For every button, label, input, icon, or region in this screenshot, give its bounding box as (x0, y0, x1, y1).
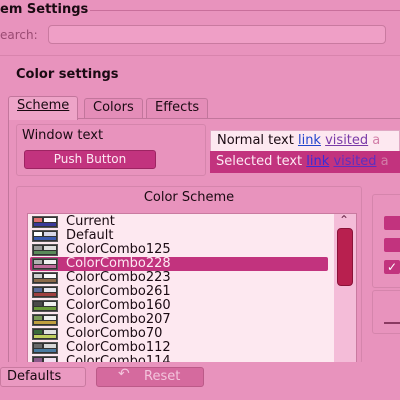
list-item[interactable]: ColorCombo112 (30, 341, 330, 355)
option-button-1[interactable] (384, 216, 400, 230)
scrollbar-thumb[interactable] (337, 228, 353, 286)
scheme-preview-icon (32, 230, 58, 242)
window-text-label: Window text (22, 128, 104, 143)
list-item-label: ColorCombo70 (66, 326, 163, 341)
scheme-preview-icon (32, 286, 58, 298)
scheme-preview-icon (32, 272, 58, 284)
normal-active-link[interactable]: a (372, 133, 380, 148)
normal-visited-link[interactable]: visited (325, 133, 368, 148)
tab-effects[interactable]: Effects (146, 98, 209, 118)
defaults-label: Defaults (7, 369, 62, 384)
scheme-preview-icon (32, 328, 58, 340)
list-item-label: ColorCombo223 (66, 270, 171, 285)
tab-colors[interactable]: Colors (84, 98, 143, 118)
dash-icon (384, 322, 400, 324)
title-divider (90, 10, 400, 11)
list-item-label: ColorCombo125 (66, 242, 171, 257)
section-title: Color settings (16, 67, 119, 82)
tab-scheme-label: Scheme (17, 98, 70, 113)
undo-arrow-icon: ↶ (118, 366, 130, 382)
window-title: em Settings (0, 2, 89, 17)
push-button-preview[interactable]: Push Button (24, 150, 156, 169)
scheme-preview-icon (32, 244, 58, 256)
list-item[interactable]: ColorCombo70 (30, 327, 330, 341)
color-scheme-title: Color Scheme (143, 190, 235, 205)
selected-visited-link[interactable]: visited (333, 154, 376, 169)
chevron-up-icon[interactable]: ⌃ (339, 213, 349, 227)
reset-label: Reset (144, 369, 181, 384)
list-item[interactable]: ColorCombo228 (30, 257, 328, 271)
selected-text: Selected text (216, 154, 303, 169)
scheme-preview-icon (32, 314, 58, 326)
list-item[interactable]: ColorCombo160 (30, 299, 330, 313)
selected-link[interactable]: link (306, 154, 329, 169)
option-button-2[interactable] (384, 238, 400, 252)
tab-colors-label: Colors (93, 100, 134, 115)
options-group-2 (372, 290, 400, 334)
list-item-label: Default (66, 228, 114, 243)
list-item[interactable]: ColorCombo223 (30, 271, 330, 285)
selected-active-link[interactable]: a (381, 154, 389, 169)
list-item-label: Current (66, 214, 115, 229)
list-item[interactable]: ColorCombo207 (30, 313, 330, 327)
scheme-preview-icon (32, 300, 58, 312)
list-item-label: ColorCombo228 (66, 256, 171, 271)
scheme-preview-icon (32, 258, 58, 270)
search-input[interactable] (48, 25, 386, 44)
header-divider (0, 55, 400, 56)
tab-effects-label: Effects (155, 100, 200, 115)
list-item[interactable]: ColorCombo261 (30, 285, 330, 299)
list-item[interactable]: Default (30, 229, 330, 243)
normal-link[interactable]: link (298, 133, 321, 148)
tab-scheme[interactable]: Scheme (8, 96, 79, 120)
normal-text: Normal text (217, 133, 294, 148)
defaults-button[interactable]: Defaults (0, 367, 86, 387)
list-item-label: ColorCombo112 (66, 340, 171, 355)
search-label: earch: (0, 28, 38, 42)
list-item-label: ColorCombo160 (66, 298, 171, 313)
list-item[interactable]: ColorCombo125 (30, 243, 330, 257)
color-scheme-list[interactable]: Current Default ColorCombo125 ColorCombo228… (27, 213, 357, 364)
list-item-label: ColorCombo261 (66, 284, 171, 299)
list-item[interactable]: Current (30, 215, 330, 229)
selected-text-preview: Selected text link visited a (210, 151, 400, 173)
normal-text-preview: Normal text link visited a (210, 130, 400, 152)
check-icon[interactable]: ✓ (384, 260, 400, 274)
list-item-label: ColorCombo207 (66, 312, 171, 327)
scheme-preview-icon (32, 216, 58, 228)
scheme-preview-icon (32, 342, 58, 354)
